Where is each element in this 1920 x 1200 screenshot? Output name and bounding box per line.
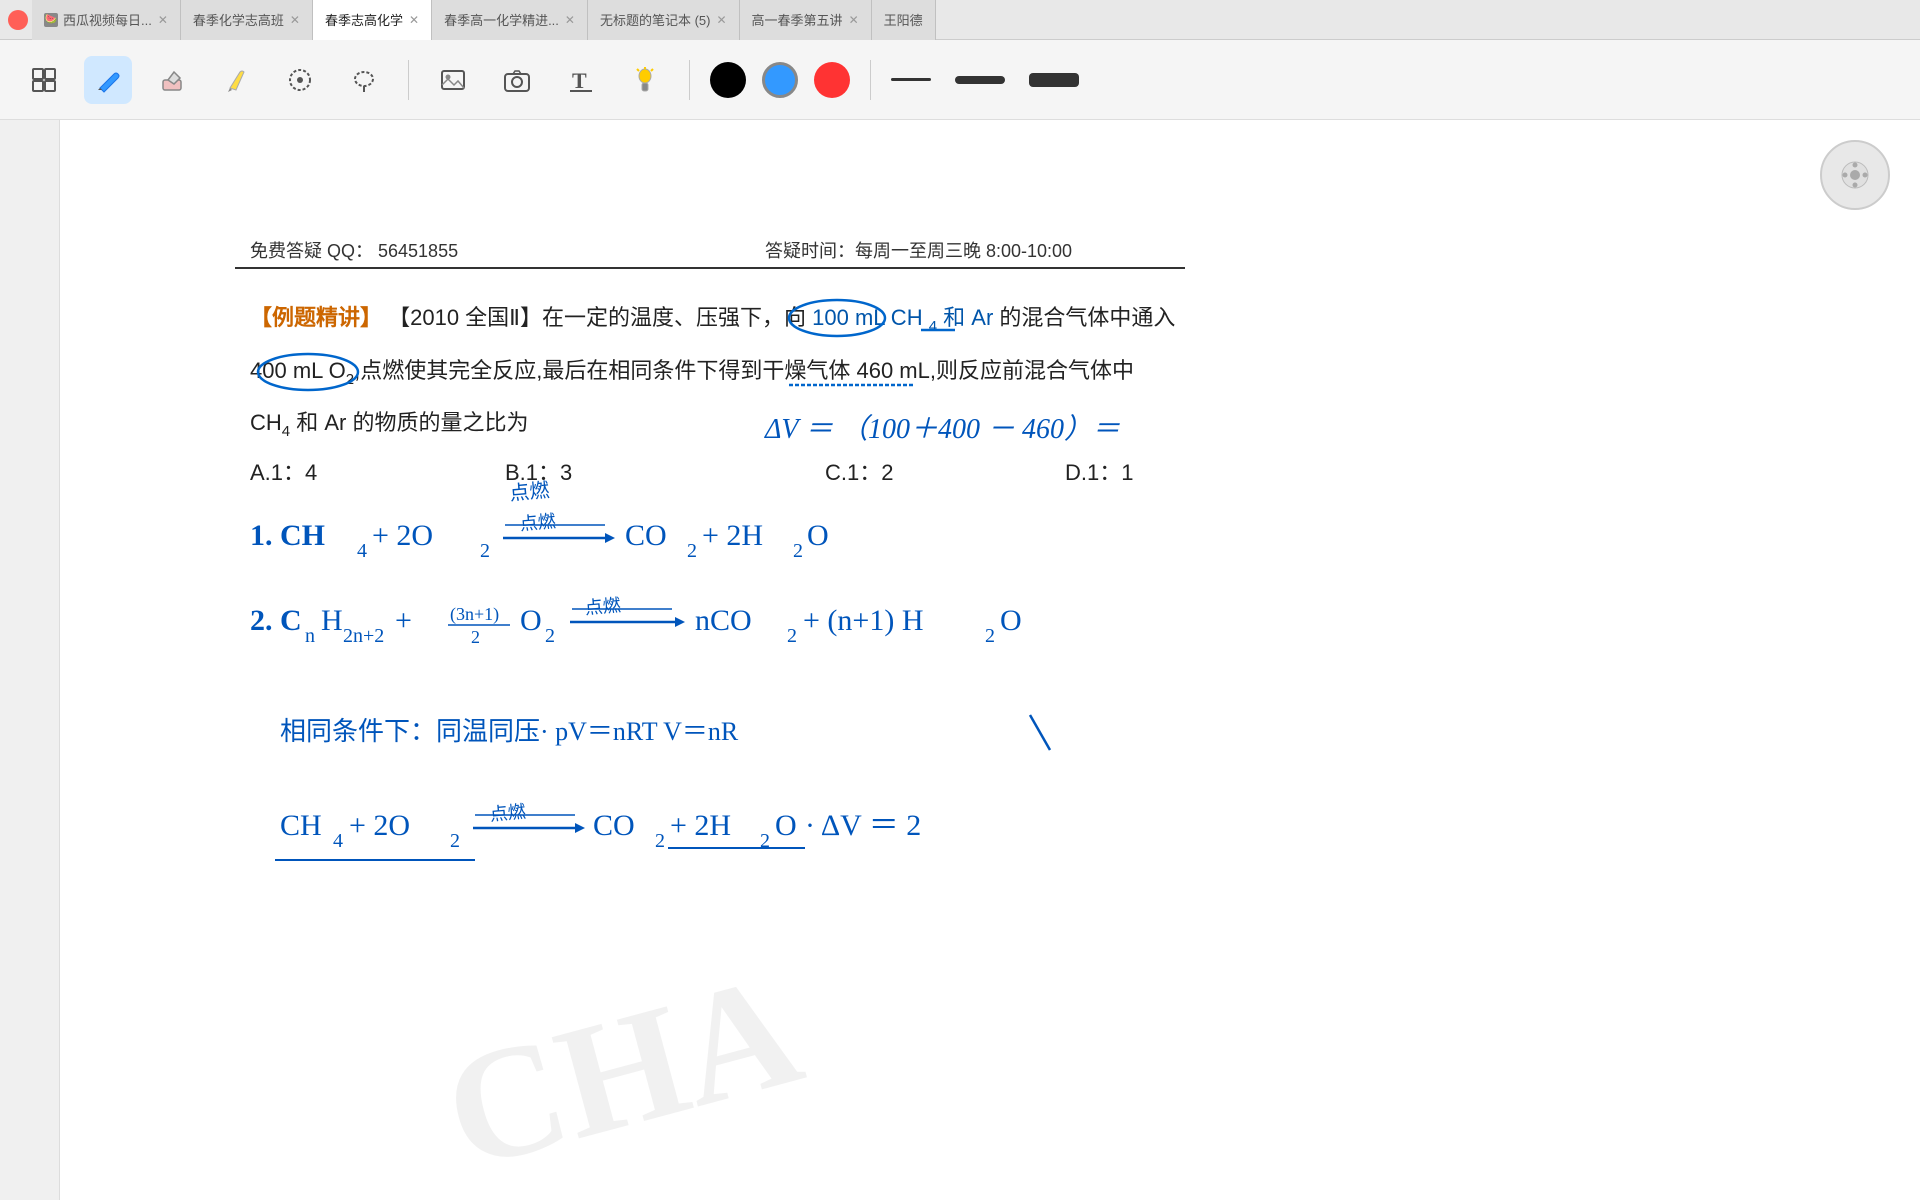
svg-text:+ (n+1) H: + (n+1) H xyxy=(803,604,923,637)
svg-text:+ 2H: + 2H xyxy=(670,809,731,842)
tab-close-btn[interactable]: ✕ xyxy=(565,13,575,27)
svg-text:2: 2 xyxy=(787,625,797,647)
tab-favicon-xigua: 🍉 xyxy=(44,13,58,27)
svg-text:· ΔV ＝ 2: · ΔV ＝ 2 xyxy=(805,809,921,842)
svg-text:O: O xyxy=(1000,604,1022,637)
text-tool-button[interactable]: T xyxy=(557,56,605,104)
tab-bar: 🍉 西瓜视频每日... ✕ 春季化学志高班 ✕ 春季志高化学 ✕ 春季高一化学精… xyxy=(32,0,1920,40)
svg-text:2: 2 xyxy=(480,540,490,562)
svg-text:2: 2 xyxy=(471,627,480,647)
svg-text:2: 2 xyxy=(687,540,697,562)
color-red-button[interactable] xyxy=(814,62,850,98)
svg-text:CH: CH xyxy=(280,809,322,842)
camera-tool-button[interactable] xyxy=(493,56,541,104)
tab-close-btn[interactable]: ✕ xyxy=(290,13,300,27)
svg-text:C.1：2: C.1：2 xyxy=(825,460,893,485)
svg-text:CO: CO xyxy=(593,809,635,842)
stroke-thick-button[interactable] xyxy=(1029,73,1079,87)
toolbar: T xyxy=(0,40,1920,120)
whiteboard[interactable]: 免费答疑 QQ： 56451855 答疑时间：每周一至周三晚 8:00-10:0… xyxy=(60,120,1920,1200)
svg-text:B.1：3: B.1：3 xyxy=(505,460,572,485)
tab-label: 春季志高化学 xyxy=(325,10,403,29)
svg-text:相同条件下：同温同压· pV＝nRT V＝nR: 相同条件下：同温同压· pV＝nRT V＝nR xyxy=(280,717,739,746)
svg-text:CO: CO xyxy=(625,519,667,552)
tab-close-btn[interactable]: ✕ xyxy=(409,13,419,27)
svg-text:+: + xyxy=(395,604,412,637)
svg-text:4: 4 xyxy=(357,540,367,562)
svg-text:n: n xyxy=(305,625,315,647)
svg-text:2n+2: 2n+2 xyxy=(343,625,384,647)
whiteboard-svg: 免费答疑 QQ： 56451855 答疑时间：每周一至周三晚 8:00-10:0… xyxy=(60,120,1920,1200)
toolbar-separator2 xyxy=(689,60,690,100)
svg-text:点燃: 点燃 xyxy=(509,479,551,505)
svg-text:+ 2O: + 2O xyxy=(349,809,410,842)
svg-text:H: H xyxy=(321,604,343,637)
svg-text:点燃: 点燃 xyxy=(489,802,527,825)
select-rect-button[interactable] xyxy=(276,56,324,104)
svg-text:2: 2 xyxy=(760,830,770,852)
svg-text:+ 2O: + 2O xyxy=(372,519,433,552)
float-action-button[interactable] xyxy=(1820,140,1890,210)
svg-text:ΔV ＝ （100＋400 － 460）＝: ΔV ＝ （100＋400 － 460）＝ xyxy=(764,414,1120,445)
svg-text:免费答疑 QQ： 56451855: 免费答疑 QQ： 56451855 xyxy=(250,241,458,261)
tab-spring-chem2[interactable]: 春季志高化学 ✕ xyxy=(313,0,432,40)
svg-text:T: T xyxy=(572,68,587,93)
tab-label: 西瓜视频每日... xyxy=(63,10,152,29)
svg-text:4: 4 xyxy=(333,830,343,852)
titlebar: ✕ 🍉 西瓜视频每日... ✕ 春季化学志高班 ✕ 春季志高化学 ✕ 春季高一化… xyxy=(0,0,1920,40)
toolbar-separator3 xyxy=(870,60,871,100)
stroke-thin-button[interactable] xyxy=(891,78,931,81)
svg-text:CHA: CHA xyxy=(428,939,818,1200)
tab-label: 春季高一化学精进... xyxy=(444,10,559,29)
tab-close-btn[interactable]: ✕ xyxy=(849,13,859,27)
tab-spring-chem[interactable]: 春季化学志高班 ✕ xyxy=(181,0,313,40)
tab-notebook[interactable]: 无标题的笔记本 (5) ✕ xyxy=(588,0,740,40)
marker-tool-button[interactable] xyxy=(212,56,260,104)
svg-text:(3n+1): (3n+1) xyxy=(450,604,499,625)
window-close-button[interactable]: ✕ xyxy=(8,10,28,30)
stroke-medium-button[interactable] xyxy=(955,76,1005,84)
svg-text:2: 2 xyxy=(793,540,803,562)
svg-text:答疑时间：每周一至周三晚 8:00-10:00: 答疑时间：每周一至周三晚 8:00-10:00 xyxy=(765,241,1072,261)
svg-text:2: 2 xyxy=(545,625,555,647)
tab-wangyang[interactable]: 王阳德 xyxy=(872,0,936,40)
svg-text:【例题精讲】 【2010 全国Ⅱ】在一定的温: 【例题精讲】 【2010 全国Ⅱ】在一定的温度、压强下，向 100 mL CH … xyxy=(250,305,1175,336)
svg-text:O: O xyxy=(520,604,542,637)
svg-text:nCO: nCO xyxy=(695,604,752,637)
svg-text:2: 2 xyxy=(985,625,995,647)
tab-lecture5[interactable]: 高一春季第五讲 ✕ xyxy=(740,0,872,40)
tab-xigua[interactable]: 🍉 西瓜视频每日... ✕ xyxy=(32,0,181,40)
color-blue-button[interactable] xyxy=(762,62,798,98)
toolbar-separator xyxy=(408,60,409,100)
svg-text:O: O xyxy=(775,809,797,842)
tab-label: 无标题的笔记本 (5) xyxy=(600,10,711,29)
svg-text:2. C: 2. C xyxy=(250,604,302,637)
tab-label: 高一春季第五讲 xyxy=(752,10,843,29)
svg-text:D.1：1: D.1：1 xyxy=(1065,460,1133,485)
tab-close-btn[interactable]: ✕ xyxy=(716,13,726,27)
svg-text:400 mL O2,点燃使其完全反应,最后在相同条件下得到干: 400 mL O2,点燃使其完全反应,最后在相同条件下得到干燥气体 460 mL… xyxy=(250,358,1134,388)
tab-label: 王阳德 xyxy=(884,10,923,29)
svg-text:1. CH: 1. CH xyxy=(250,519,325,552)
svg-text:O: O xyxy=(807,519,829,552)
lasso-tool-button[interactable] xyxy=(340,56,388,104)
svg-text:CH4 和 Ar 的物质的量之比为: CH4 和 Ar 的物质的量之比为 xyxy=(250,410,528,440)
color-black-button[interactable] xyxy=(710,62,746,98)
svg-text:+ 2H: + 2H xyxy=(702,519,763,552)
svg-text:A.1：4: A.1：4 xyxy=(250,460,317,485)
sidebar-left xyxy=(0,120,60,1200)
svg-text:2: 2 xyxy=(450,830,460,852)
content-area: 免费答疑 QQ： 56451855 答疑时间：每周一至周三晚 8:00-10:0… xyxy=(0,120,1920,1200)
image-tool-button[interactable] xyxy=(429,56,477,104)
layout-tool-button[interactable] xyxy=(20,56,68,104)
tab-spring-advance[interactable]: 春季高一化学精进... ✕ xyxy=(432,0,588,40)
eraser-tool-button[interactable] xyxy=(148,56,196,104)
tab-close-btn[interactable]: ✕ xyxy=(158,13,168,27)
pen-tool-button[interactable] xyxy=(84,56,132,104)
svg-text:点燃: 点燃 xyxy=(584,595,622,618)
svg-text:点燃: 点燃 xyxy=(519,511,557,534)
svg-text:2: 2 xyxy=(655,830,665,852)
shape-tool-button[interactable] xyxy=(621,56,669,104)
tab-label: 春季化学志高班 xyxy=(193,10,284,29)
